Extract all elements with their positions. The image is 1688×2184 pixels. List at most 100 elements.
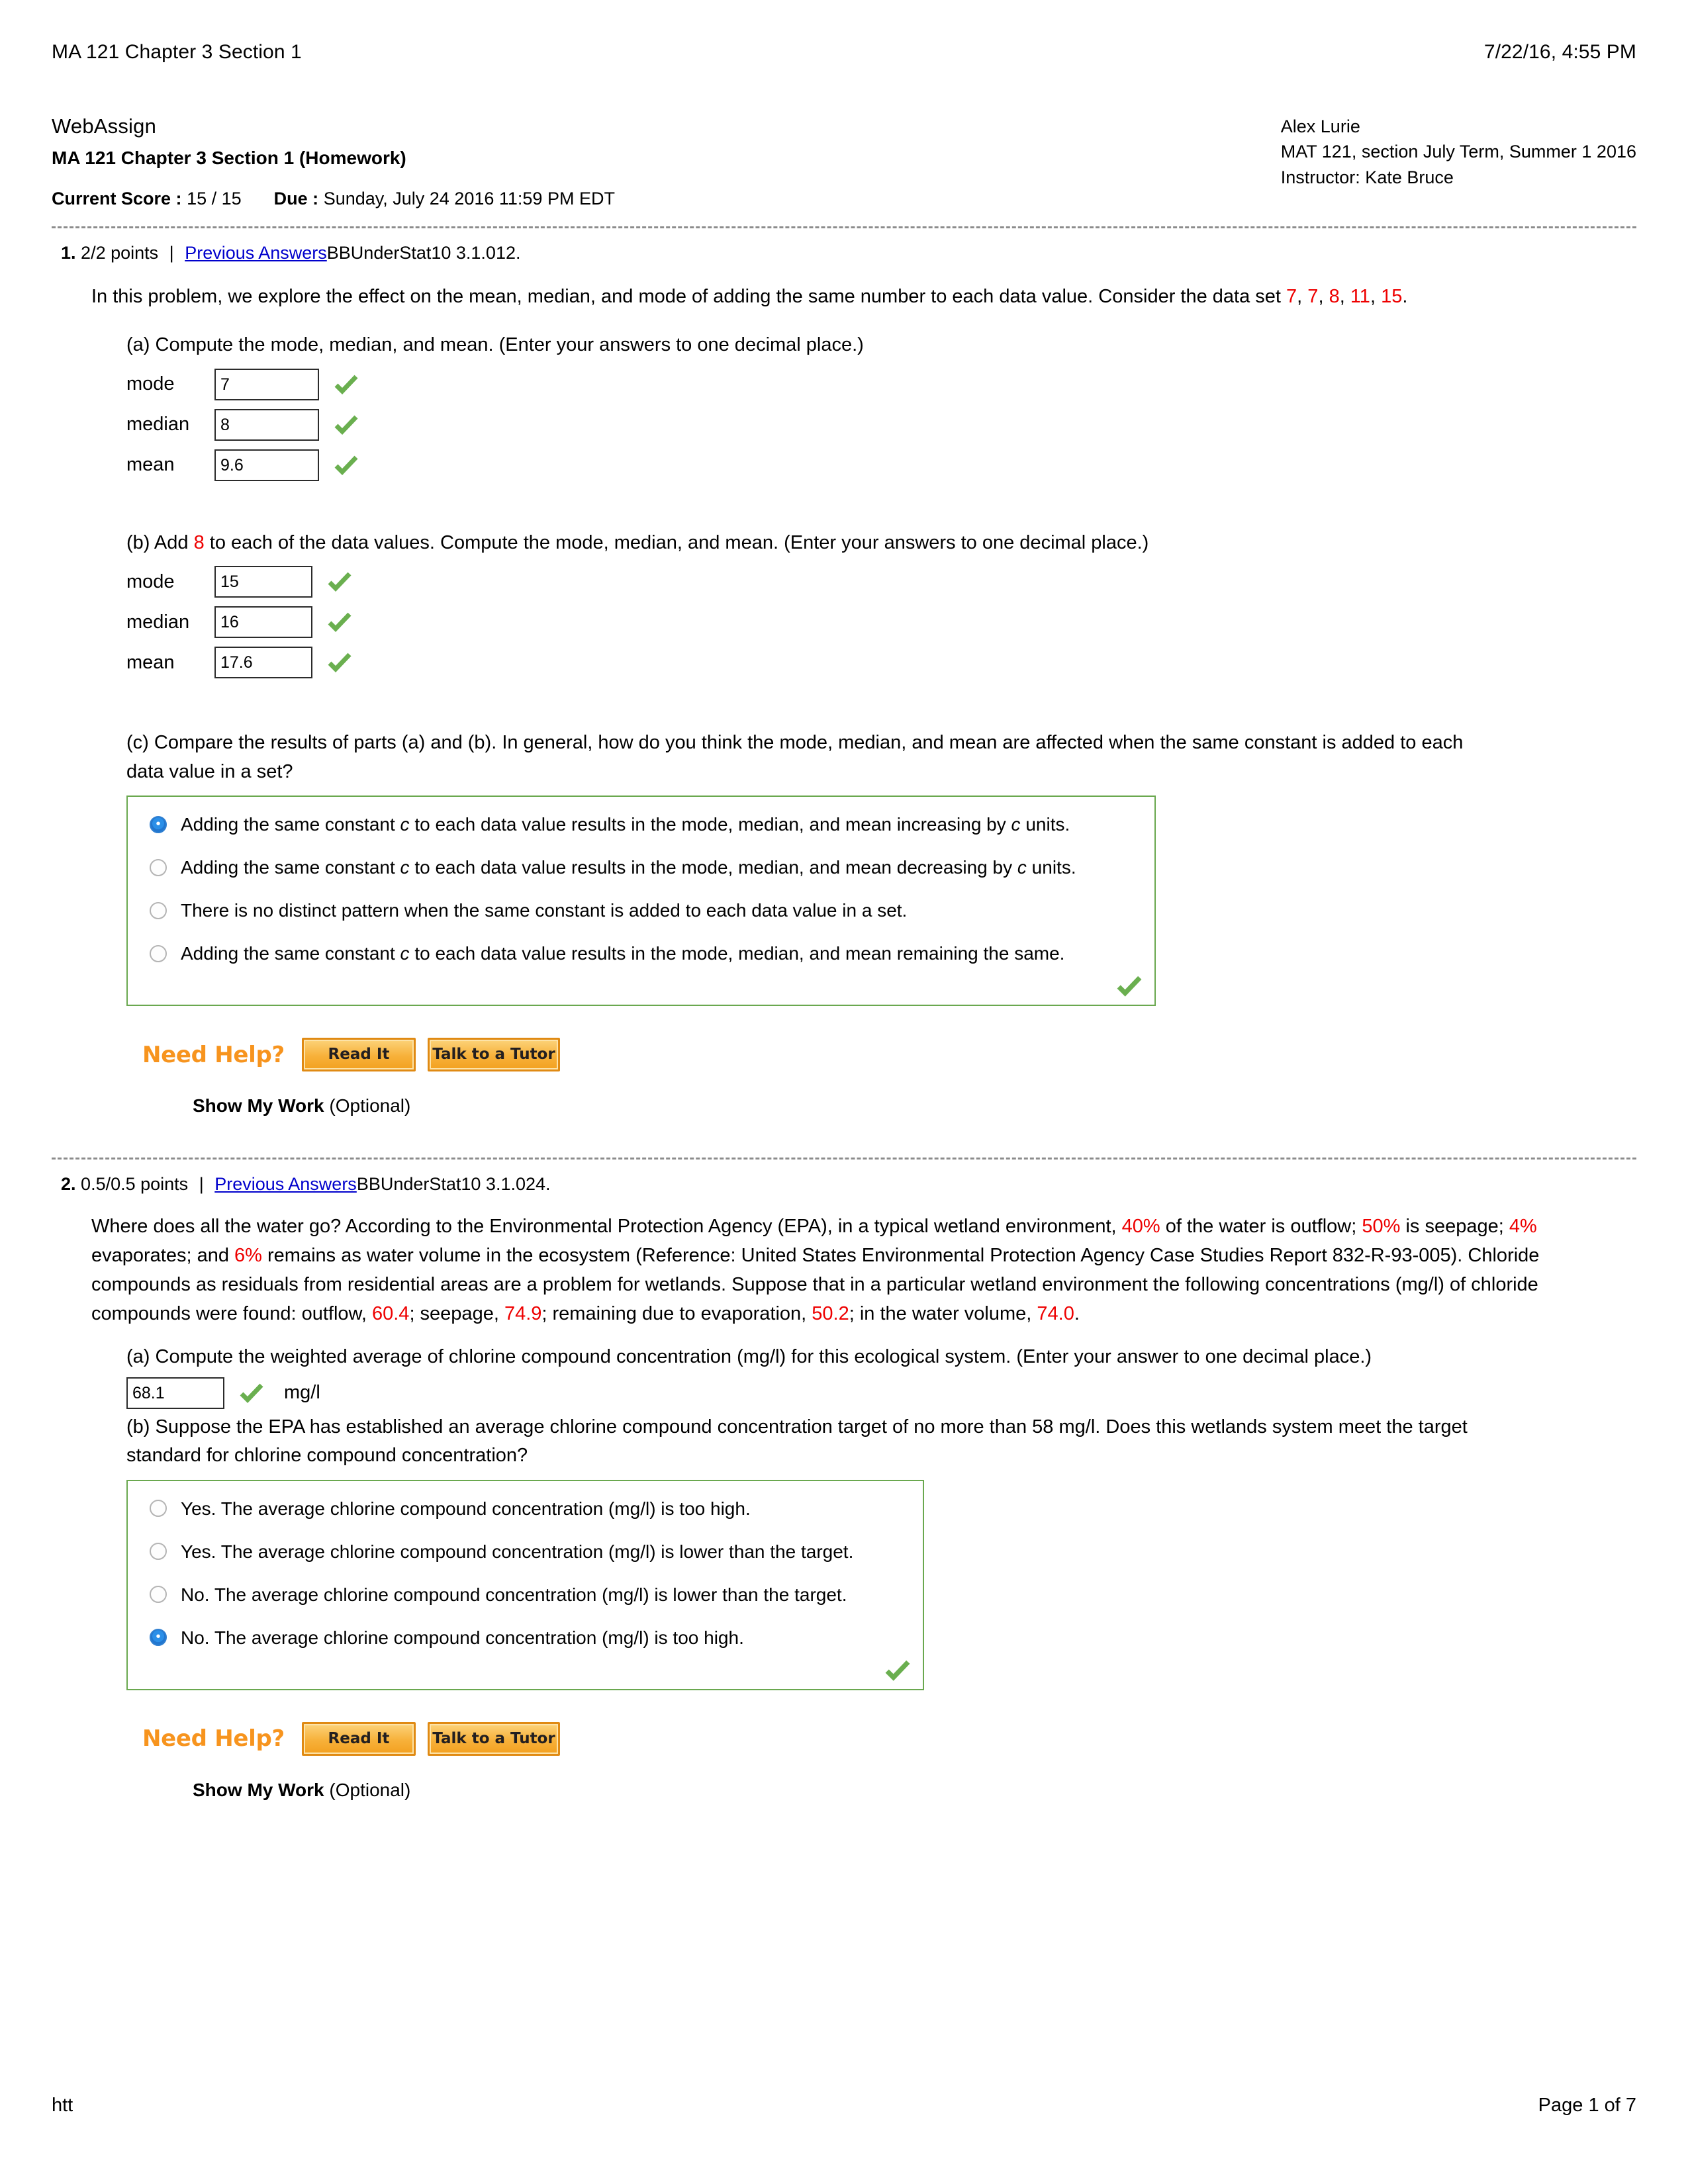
print-header-timestamp: 7/22/16, 4:55 PM: [1483, 41, 1636, 63]
choice-2-pre: Adding the same constant: [181, 857, 400, 878]
choice-option-4[interactable]: No. The average chlorine compound concen…: [128, 1616, 923, 1659]
need-help-label: Need Help?: [142, 1041, 285, 1068]
pct-remains: 6%: [234, 1245, 262, 1267]
show-my-work-1[interactable]: Show My Work (Optional): [52, 1095, 1636, 1116]
part-b-text-post: to each of the data values. Compute the …: [204, 531, 1149, 553]
assignment-header: WebAssign MA 121 Chapter 3 Section 1 (Ho…: [52, 111, 1636, 212]
due-label: Due :: [273, 188, 319, 208]
radio-button-icon-selected[interactable]: [150, 1629, 167, 1647]
question-1-choice-box: Adding the same constant c to each data …: [126, 796, 1156, 1007]
choice-option-3-label: No. The average chlorine compound concen…: [181, 1584, 847, 1605]
conc-evaporation: 50.2: [812, 1303, 849, 1325]
answer-label-mean-b: mean: [126, 651, 175, 673]
answer-label-median-b: median: [126, 611, 190, 633]
answer-row-mode-b: mode 15: [52, 566, 1636, 598]
read-it-button[interactable]: Read It: [301, 1721, 416, 1756]
question-2-header: 2. 0.5/0.5 points | Previous AnswersBBUn…: [52, 1174, 1636, 1195]
current-score-label: Current Score :: [52, 188, 182, 208]
answer-row-mode-a: mode 7: [52, 368, 1636, 400]
print-footer-url: htt: [52, 2095, 73, 2116]
question-separator-2: [52, 1158, 1636, 1160]
correct-check-icon: [327, 650, 352, 675]
show-my-work-optional: (Optional): [324, 1095, 411, 1116]
answer-row-median-a: median 8: [52, 408, 1636, 441]
printed-assignment-page: MA 121 Chapter 3 Section 1 7/22/16, 4:55…: [0, 0, 1688, 2184]
question-2-separator: |: [199, 1174, 204, 1195]
radio-button-icon[interactable]: [150, 858, 167, 876]
choice-4-pre: Adding the same constant: [181, 943, 400, 964]
assignment-header-left: WebAssign MA 121 Chapter 3 Section 1 (Ho…: [52, 111, 615, 212]
choice-2-var2: c: [1017, 857, 1027, 878]
choice-option-3[interactable]: There is no distinct pattern when the sa…: [128, 889, 1154, 932]
conc-water-volume: 74.0: [1037, 1303, 1074, 1325]
talk-to-a-tutor-button[interactable]: Talk to a Tutor: [427, 1721, 560, 1756]
answer-row-weighted-average: 68.1 mg/l: [52, 1377, 1636, 1409]
pct-evaporates: 4%: [1509, 1216, 1537, 1238]
answer-input-mean-b[interactable]: 17.6: [214, 647, 312, 679]
choice-2-var1: c: [400, 857, 410, 878]
student-name: Alex Lurie: [1280, 116, 1360, 136]
pct-seepage: 50%: [1362, 1216, 1401, 1238]
choice-option-2[interactable]: Adding the same constant c to each data …: [128, 846, 1154, 889]
radio-button-icon[interactable]: [150, 901, 167, 919]
question-1-part-b-prompt: (b) Add 8 to each of the data values. Co…: [52, 529, 1636, 558]
question-1-stem-text: In this problem, we explore the effect o…: [91, 286, 1287, 307]
need-help-row-1: Need Help? Read It Talk to a Tutor: [52, 1038, 1636, 1072]
choice-option-2[interactable]: Yes. The average chlorine compound conce…: [128, 1530, 923, 1573]
previous-answers-link-2[interactable]: Previous Answers: [214, 1174, 357, 1194]
data-value-3: 8: [1329, 286, 1340, 307]
choice-option-1[interactable]: Adding the same constant c to each data …: [128, 803, 1154, 846]
question-2-part-b-prompt-line1: (b) Suppose the EPA has established an a…: [126, 1416, 1468, 1437]
read-it-button[interactable]: Read It: [301, 1038, 416, 1072]
choice-option-3[interactable]: No. The average chlorine compound concen…: [128, 1573, 923, 1616]
part-b-text-pre: (b) Add: [126, 531, 194, 553]
q2-stem-a: Where does all the water go? According t…: [91, 1216, 1122, 1238]
q2-stem-c: is seepage;: [1400, 1216, 1504, 1238]
need-help-row-2: Need Help? Read It Talk to a Tutor: [52, 1721, 1636, 1756]
radio-button-icon[interactable]: [150, 1586, 167, 1604]
choice-option-1-label: Adding the same constant c to each data …: [181, 813, 1070, 836]
course-section: MAT 121, section July Term, Summer 1 201…: [1280, 142, 1636, 162]
answer-input-median-a[interactable]: 8: [214, 408, 319, 441]
question-2-part-b-prompt-line2: standard for chlorine compound concentra…: [126, 1445, 528, 1467]
print-footer-page: Page 1 of 7: [1538, 2095, 1636, 2116]
choice-option-4-label: Adding the same constant c to each data …: [181, 942, 1064, 965]
answer-unit-label: mg/l: [284, 1382, 320, 1404]
radio-button-icon[interactable]: [150, 1500, 167, 1518]
assignment-title: MA 121 Chapter 3 Section 1 (Homework): [52, 147, 406, 168]
choice-option-2-label: Yes. The average chlorine compound conce…: [181, 1541, 854, 1562]
data-value-1: 7: [1286, 286, 1297, 307]
correct-check-icon: [239, 1381, 264, 1406]
answer-input-median-b[interactable]: 16: [214, 606, 312, 639]
answer-input-mode-b[interactable]: 15: [214, 566, 312, 598]
print-footer: htt Page 1 of 7: [52, 2095, 1636, 2116]
correct-check-icon: [327, 610, 352, 635]
correct-check-icon: [1116, 973, 1143, 999]
question-2-points: 0.5/0.5 points: [81, 1174, 189, 1195]
previous-answers-link-1[interactable]: Previous Answers: [185, 243, 327, 263]
choice-option-2-label: Adding the same constant c to each data …: [181, 856, 1076, 879]
radio-button-icon[interactable]: [150, 1543, 167, 1561]
choice-2-post: units.: [1026, 857, 1076, 878]
choice-1-post: units.: [1020, 814, 1070, 835]
question-2-stem: Where does all the water go? According t…: [52, 1212, 1636, 1328]
answer-input-mode-a[interactable]: 7: [214, 368, 319, 400]
show-my-work-2[interactable]: Show My Work (Optional): [52, 1780, 1636, 1801]
choice-1-pre: Adding the same constant: [181, 814, 400, 835]
question-2: 2. 0.5/0.5 points | Previous AnswersBBUn…: [52, 1174, 1636, 1801]
data-value-2: 7: [1307, 286, 1319, 307]
assignment-header-right: Alex Lurie MAT 121, section July Term, S…: [1281, 111, 1636, 190]
q2-stem-k: .: [1074, 1303, 1080, 1325]
correct-check-icon: [884, 1657, 911, 1684]
question-1-separator: |: [169, 243, 174, 263]
answer-label-mean-a: mean: [126, 454, 175, 476]
q2-stem-j: ; in the water volume,: [849, 1303, 1037, 1325]
question-1-part-c-prompt-line2: data value in a set?: [126, 760, 293, 782]
answer-input-weighted-average[interactable]: 68.1: [126, 1377, 224, 1409]
radio-button-icon[interactable]: [150, 944, 167, 962]
choice-option-4[interactable]: Adding the same constant c to each data …: [128, 932, 1154, 975]
radio-button-icon-selected[interactable]: [150, 815, 167, 833]
choice-option-1[interactable]: Yes. The average chlorine compound conce…: [128, 1487, 923, 1530]
talk-to-a-tutor-button[interactable]: Talk to a Tutor: [427, 1038, 560, 1072]
answer-input-mean-a[interactable]: 9.6: [214, 449, 319, 481]
